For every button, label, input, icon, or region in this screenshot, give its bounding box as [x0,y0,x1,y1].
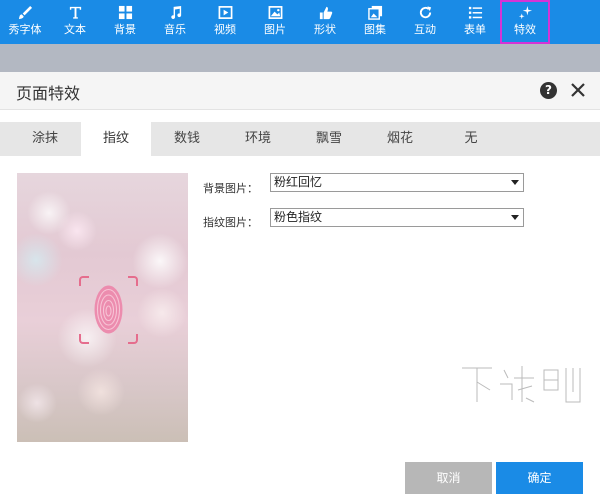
cancel-button[interactable]: 取消 [405,462,492,494]
tool-music[interactable]: 音乐 [150,0,200,44]
fingerprint-frame [79,276,138,344]
overlay-band [0,44,600,72]
refresh-icon [417,4,433,20]
frame-corner [79,334,89,344]
tool-label: 图集 [364,23,386,36]
tool-label: 视频 [214,23,236,36]
fingerprint-image-value: 粉色指纹 [274,210,323,224]
tool-form[interactable]: 表单 [450,0,500,44]
tool-label: 秀字体 [8,23,42,36]
fingerprint-image-label: 指纹图片： [203,216,258,229]
tab-count-money[interactable]: 数钱 [152,122,222,156]
brush-icon [17,4,33,20]
tool-label: 背景 [114,23,136,36]
top-toolbar: 秀字体 文本 背景 音乐 视频 图片 形状 图集 互动 表单 特效 [0,0,600,44]
sparkle-icon [517,4,533,20]
list-icon [467,4,483,20]
fingerprint-image-select[interactable]: 粉色指纹 [270,208,524,227]
frame-corner [79,276,89,286]
tool-image[interactable]: 图片 [250,0,300,44]
tool-label: 特效 [514,23,536,36]
grid-icon [117,4,133,20]
bokeh-light [57,211,97,251]
effects-dialog: 页面特效 ? 涂抹 指纹 数钱 环境 飘雪 烟花 无 背景图片： 粉红回忆 指纹… [0,72,600,498]
tool-text[interactable]: 文本 [50,0,100,44]
fingerprint-icon [94,285,123,334]
frame-corner [128,334,138,344]
tool-label: 文本 [64,23,86,36]
tool-gallery[interactable]: 图集 [350,0,400,44]
frame-corner [128,276,138,286]
chevron-down-icon [511,180,519,185]
help-icon[interactable]: ? [540,82,557,99]
chevron-down-icon [511,215,519,220]
tab-none[interactable]: 无 [436,122,506,156]
music-icon [167,4,183,20]
tab-snow[interactable]: 飘雪 [294,122,364,156]
tool-effects[interactable]: 特效 [500,0,550,44]
bokeh-light [77,368,125,416]
site-watermark: www.xiazaiba.com [452,356,592,420]
tab-smear[interactable]: 涂抹 [10,122,80,156]
tool-shape[interactable]: 形状 [300,0,350,44]
gallery-icon [367,4,383,20]
tab-fingerprint[interactable]: 指纹 [81,122,151,156]
tool-interact[interactable]: 互动 [400,0,450,44]
background-image-select[interactable]: 粉红回忆 [270,173,524,192]
tool-label: 互动 [414,23,436,36]
confirm-button[interactable]: 确定 [496,462,583,494]
dialog-title: 页面特效 [16,84,81,103]
tab-fireworks[interactable]: 烟花 [365,122,435,156]
close-icon[interactable] [568,80,588,100]
tool-background[interactable]: 背景 [100,0,150,44]
bokeh-light [137,288,187,338]
watermark-url: www.xiazaiba.com [492,408,576,418]
tab-environment[interactable]: 环境 [223,122,293,156]
tool-label: 表单 [464,23,486,36]
effect-tabs: 涂抹 指纹 数钱 环境 飘雪 烟花 无 [0,122,600,156]
tool-label: 形状 [314,23,336,36]
dialog-header: 页面特效 ? [0,72,600,110]
tool-video[interactable]: 视频 [200,0,250,44]
background-image-value: 粉红回忆 [274,175,323,189]
tool-label: 图片 [264,23,286,36]
bokeh-light [17,383,57,423]
tool-label: 音乐 [164,23,186,36]
effect-preview [17,173,188,442]
image-icon [267,4,283,20]
shape-icon [317,4,333,20]
bokeh-light [17,233,63,287]
background-image-label: 背景图片： [203,182,258,195]
bokeh-light [132,233,188,289]
video-icon [217,4,233,20]
text-icon [67,4,83,20]
tool-font[interactable]: 秀字体 [0,0,50,44]
